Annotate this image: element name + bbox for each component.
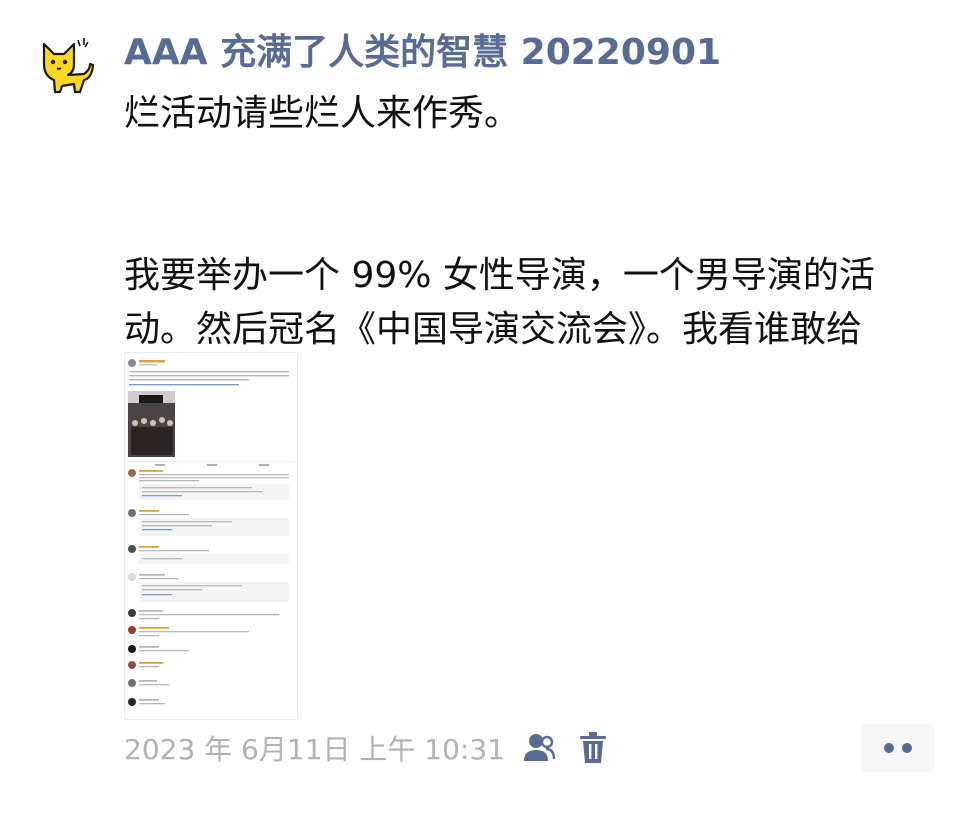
author-name[interactable]: AAA 充满了人类的智慧 20220901 <box>124 28 944 78</box>
delete-button[interactable] <box>573 728 613 768</box>
timestamp: 2023 年 6月11日 上午 10:31 <box>124 733 505 766</box>
more-button[interactable] <box>861 724 935 772</box>
user-avatar[interactable] <box>30 34 96 100</box>
post-meta: 2023 年 6月11日 上午 10:31 <box>124 726 613 770</box>
screenshot-thumbnail <box>125 353 297 719</box>
trash-icon <box>580 732 606 763</box>
more-dots-icon <box>884 743 894 753</box>
post-line: 我要举办一个 99% 女性导演，一个男导演的活 <box>124 255 875 296</box>
person-icon <box>524 734 556 761</box>
cat-avatar-icon <box>42 38 95 94</box>
post-line: 动。然后冠名《中国导演交流会》。我看谁敢给 <box>124 309 863 350</box>
post-line: 烂活动请些烂人来作秀。 <box>124 93 521 134</box>
more-dots-icon <box>902 743 912 753</box>
visibility-button[interactable] <box>519 728 559 768</box>
attached-image[interactable] <box>124 352 298 720</box>
